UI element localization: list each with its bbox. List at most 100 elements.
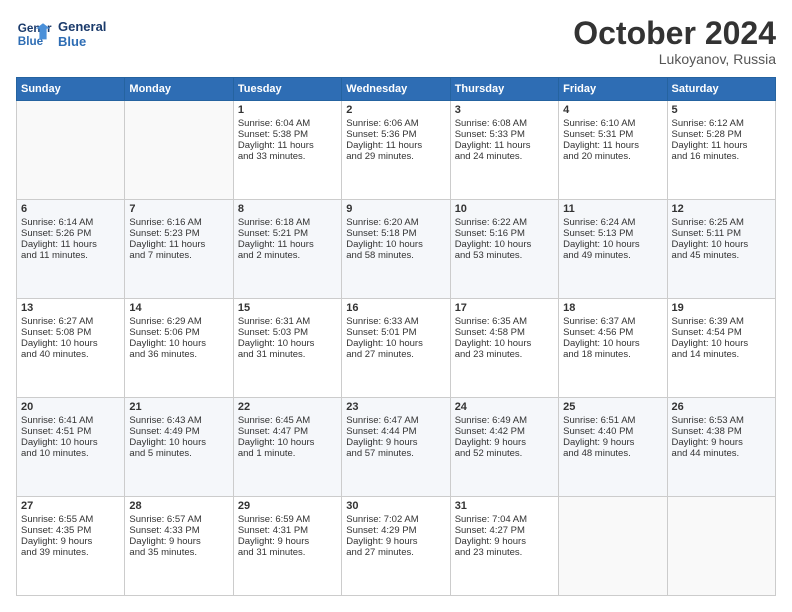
day-info: Sunrise: 6:53 AM [672, 415, 771, 426]
day-info: and 24 minutes. [455, 151, 554, 162]
day-info: Daylight: 11 hours [129, 239, 228, 250]
day-header-sunday: Sunday [17, 78, 125, 101]
day-number: 31 [455, 500, 554, 512]
day-number: 19 [672, 302, 771, 314]
calendar-cell: 21Sunrise: 6:43 AMSunset: 4:49 PMDayligh… [125, 398, 233, 497]
day-info: and 53 minutes. [455, 250, 554, 261]
calendar-cell: 1Sunrise: 6:04 AMSunset: 5:38 PMDaylight… [233, 101, 341, 200]
day-info: Sunset: 5:36 PM [346, 129, 445, 140]
day-info: Daylight: 9 hours [21, 536, 120, 547]
day-info: and 18 minutes. [563, 349, 662, 360]
day-info: Daylight: 11 hours [455, 140, 554, 151]
day-info: and 31 minutes. [238, 349, 337, 360]
calendar-cell: 27Sunrise: 6:55 AMSunset: 4:35 PMDayligh… [17, 497, 125, 596]
day-info: Sunset: 4:51 PM [21, 426, 120, 437]
calendar-cell: 3Sunrise: 6:08 AMSunset: 5:33 PMDaylight… [450, 101, 558, 200]
day-info: and 35 minutes. [129, 547, 228, 558]
day-number: 1 [238, 104, 337, 116]
day-info: Sunrise: 6:43 AM [129, 415, 228, 426]
calendar-cell [667, 497, 775, 596]
logo: General Blue General Blue [16, 16, 106, 52]
day-info: Daylight: 10 hours [563, 239, 662, 250]
day-info: Sunset: 5:06 PM [129, 327, 228, 338]
calendar-cell: 17Sunrise: 6:35 AMSunset: 4:58 PMDayligh… [450, 299, 558, 398]
calendar-cell: 12Sunrise: 6:25 AMSunset: 5:11 PMDayligh… [667, 200, 775, 299]
day-info: and 44 minutes. [672, 448, 771, 459]
day-info: Sunrise: 6:31 AM [238, 316, 337, 327]
day-info: Daylight: 9 hours [129, 536, 228, 547]
day-number: 7 [129, 203, 228, 215]
day-info: Sunrise: 6:18 AM [238, 217, 337, 228]
day-info: and 48 minutes. [563, 448, 662, 459]
day-info: Daylight: 10 hours [129, 437, 228, 448]
day-info: Sunset: 4:47 PM [238, 426, 337, 437]
day-info: Daylight: 11 hours [238, 140, 337, 151]
calendar-week-1: 1Sunrise: 6:04 AMSunset: 5:38 PMDaylight… [17, 101, 776, 200]
day-number: 16 [346, 302, 445, 314]
day-number: 27 [21, 500, 120, 512]
day-info: and 1 minute. [238, 448, 337, 459]
day-info: and 23 minutes. [455, 547, 554, 558]
day-info: Daylight: 10 hours [672, 239, 771, 250]
location: Lukoyanov, Russia [573, 51, 776, 67]
day-info: and 5 minutes. [129, 448, 228, 459]
day-number: 8 [238, 203, 337, 215]
day-info: Sunrise: 6:49 AM [455, 415, 554, 426]
calendar-cell [559, 497, 667, 596]
day-number: 22 [238, 401, 337, 413]
day-info: Sunset: 5:38 PM [238, 129, 337, 140]
calendar-cell: 2Sunrise: 6:06 AMSunset: 5:36 PMDaylight… [342, 101, 450, 200]
day-info: and 39 minutes. [21, 547, 120, 558]
calendar-cell: 18Sunrise: 6:37 AMSunset: 4:56 PMDayligh… [559, 299, 667, 398]
calendar-cell [17, 101, 125, 200]
day-info: and 11 minutes. [21, 250, 120, 261]
day-info: Sunset: 4:40 PM [563, 426, 662, 437]
day-info: and 23 minutes. [455, 349, 554, 360]
day-number: 5 [672, 104, 771, 116]
day-info: Daylight: 10 hours [672, 338, 771, 349]
day-info: Sunrise: 6:14 AM [21, 217, 120, 228]
day-info: Daylight: 10 hours [238, 338, 337, 349]
day-info: and 45 minutes. [672, 250, 771, 261]
day-info: Sunset: 4:56 PM [563, 327, 662, 338]
day-info: and 2 minutes. [238, 250, 337, 261]
day-info: Daylight: 10 hours [346, 239, 445, 250]
day-info: Daylight: 9 hours [455, 437, 554, 448]
calendar-cell [125, 101, 233, 200]
calendar-cell: 23Sunrise: 6:47 AMSunset: 4:44 PMDayligh… [342, 398, 450, 497]
day-info: Sunset: 4:49 PM [129, 426, 228, 437]
day-info: Sunrise: 6:55 AM [21, 514, 120, 525]
calendar-cell: 22Sunrise: 6:45 AMSunset: 4:47 PMDayligh… [233, 398, 341, 497]
page: General Blue General Blue October 2024 L… [0, 0, 792, 612]
day-header-thursday: Thursday [450, 78, 558, 101]
day-info: Sunset: 4:42 PM [455, 426, 554, 437]
day-info: Sunrise: 6:16 AM [129, 217, 228, 228]
calendar-cell: 9Sunrise: 6:20 AMSunset: 5:18 PMDaylight… [342, 200, 450, 299]
calendar-week-5: 27Sunrise: 6:55 AMSunset: 4:35 PMDayligh… [17, 497, 776, 596]
day-info: Daylight: 9 hours [238, 536, 337, 547]
day-info: Sunset: 5:13 PM [563, 228, 662, 239]
day-info: Sunset: 5:26 PM [21, 228, 120, 239]
day-info: and 52 minutes. [455, 448, 554, 459]
calendar-cell: 26Sunrise: 6:53 AMSunset: 4:38 PMDayligh… [667, 398, 775, 497]
day-number: 18 [563, 302, 662, 314]
day-info: Daylight: 11 hours [21, 239, 120, 250]
day-info: and 36 minutes. [129, 349, 228, 360]
calendar-cell: 11Sunrise: 6:24 AMSunset: 5:13 PMDayligh… [559, 200, 667, 299]
day-info: Sunset: 4:33 PM [129, 525, 228, 536]
day-info: Sunrise: 6:37 AM [563, 316, 662, 327]
svg-text:General: General [18, 22, 52, 35]
calendar-cell: 28Sunrise: 6:57 AMSunset: 4:33 PMDayligh… [125, 497, 233, 596]
day-info: and 10 minutes. [21, 448, 120, 459]
day-info: Sunset: 4:58 PM [455, 327, 554, 338]
day-info: and 29 minutes. [346, 151, 445, 162]
day-number: 29 [238, 500, 337, 512]
logo-name: General [58, 19, 106, 34]
day-info: Sunrise: 6:47 AM [346, 415, 445, 426]
day-info: Sunset: 4:29 PM [346, 525, 445, 536]
day-info: Daylight: 9 hours [455, 536, 554, 547]
day-info: Sunrise: 6:39 AM [672, 316, 771, 327]
day-info: Sunrise: 6:12 AM [672, 118, 771, 129]
logo-sub: Blue [58, 34, 106, 49]
day-info: Sunrise: 6:25 AM [672, 217, 771, 228]
